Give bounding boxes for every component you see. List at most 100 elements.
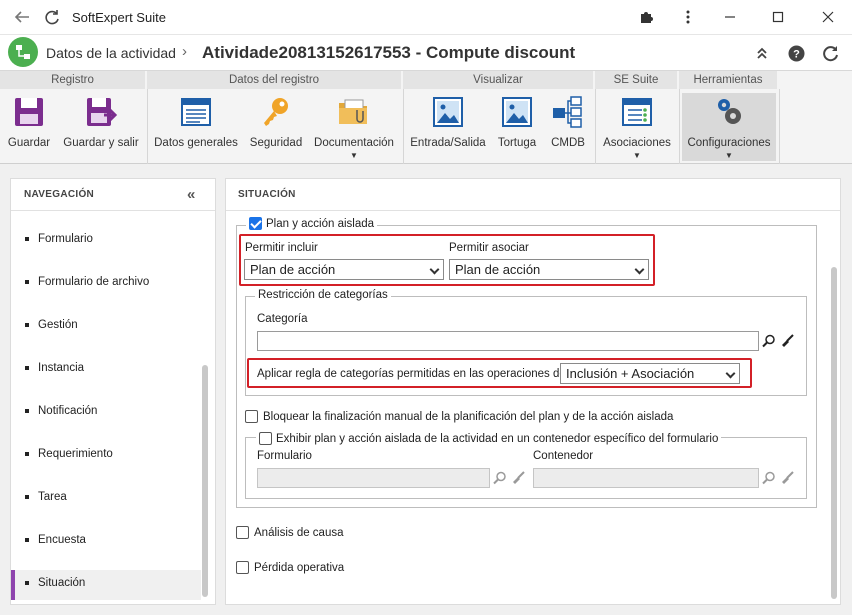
guardar-button[interactable]: Guardar [4, 93, 54, 161]
analisis-checkbox[interactable] [236, 526, 249, 539]
collapse-left-icon[interactable]: « [187, 186, 195, 203]
tortuga-button[interactable]: Tortuga [495, 93, 539, 161]
guardar-label: Guardar [7, 137, 51, 149]
configuraciones-label: Configuraciones [687, 137, 771, 149]
more-options-icon[interactable] [676, 6, 700, 28]
nav-item-encuesta[interactable]: Encuesta [11, 527, 201, 557]
nav-item-label: Formulario [38, 233, 93, 245]
breadcrumb-parent[interactable]: Datos de la actividad [46, 45, 176, 61]
nav-item-notificacion[interactable]: Notificación [11, 398, 201, 428]
nav-item-instancia[interactable]: Instancia [11, 355, 201, 385]
datos-generales-button[interactable]: Datos generales [153, 93, 239, 161]
clear-brush-icon[interactable] [778, 469, 796, 487]
regla-value: Inclusión + Asociación [566, 366, 695, 381]
close-icon[interactable] [816, 6, 840, 28]
analisis-row[interactable]: Análisis de causa [236, 526, 344, 539]
turtle-image-icon [502, 97, 532, 127]
permitir-incluir-label: Permitir incluir [245, 242, 318, 254]
exhibir-checkbox[interactable] [259, 432, 272, 445]
tortuga-label: Tortuga [497, 137, 537, 149]
plan-accion-label: Plan y acción aislada [266, 217, 375, 230]
seguridad-button[interactable]: Seguridad [248, 93, 304, 161]
help-icon[interactable]: ? [786, 43, 806, 63]
nav-item-label: Formulario de archivo [38, 276, 150, 288]
asociaciones-button[interactable]: Asociaciones ▼ [601, 93, 673, 161]
configuraciones-button[interactable]: Configuraciones ▼ [682, 93, 776, 161]
nav-title: NAVEGACIÓN [24, 189, 95, 200]
seguridad-label: Seguridad [249, 137, 303, 149]
page-header: Datos de la actividad › Atividade2081315… [0, 35, 852, 71]
search-icon[interactable] [760, 469, 778, 487]
categoria-input[interactable] [257, 331, 759, 351]
refresh-icon[interactable] [42, 7, 62, 27]
nav-scrollbar[interactable] [202, 365, 208, 597]
bloquear-row[interactable]: Bloquear la finalización manual de la pl… [245, 410, 673, 423]
nav-divider [11, 210, 215, 211]
app-logo-icon [8, 37, 38, 67]
bloquear-label: Bloquear la finalización manual de la pl… [263, 410, 674, 423]
perdida-checkbox[interactable] [236, 561, 249, 574]
back-arrow-icon[interactable] [12, 7, 32, 27]
ribbon-separator [679, 89, 680, 164]
ribbon-toolbar: Registro Datos del registro Visualizar S… [0, 71, 852, 164]
collapse-up-icon[interactable] [752, 43, 772, 63]
cmdb-network-icon [553, 96, 582, 128]
maximize-icon[interactable] [766, 6, 790, 28]
nav-item-label: Situación [38, 577, 86, 589]
situacion-panel: SITUACIÓN Plan y acción aislada Permitir… [225, 178, 841, 605]
nav-item-tarea[interactable]: Tarea [11, 484, 201, 514]
gears-icon [718, 99, 741, 124]
nav-item-requerimiento[interactable]: Requerimiento [11, 441, 201, 471]
clear-brush-icon[interactable] [778, 332, 796, 350]
permitir-asociar-select[interactable]: Plan de acción [449, 259, 649, 280]
clear-brush-icon[interactable] [509, 469, 527, 487]
reload-icon[interactable] [820, 43, 840, 63]
nav-item-formulario-archivo[interactable]: Formulario de archivo [11, 269, 201, 299]
nav-item-gestion[interactable]: Gestión [11, 312, 201, 342]
analisis-label: Análisis de causa [254, 526, 344, 539]
bullet-icon [25, 323, 29, 327]
ribbon-separator [147, 89, 148, 164]
group-se-suite: SE Suite [595, 71, 679, 89]
chevron-down-icon: ▼ [725, 151, 733, 160]
navigation-panel: NAVEGACIÓN « Formulario Formulario de ar… [10, 178, 216, 605]
folder-attachment-icon [339, 99, 367, 124]
formulario-input[interactable] [257, 468, 490, 488]
categoria-label: Categoría [257, 313, 308, 325]
plan-accion-legend: Plan y acción aislada [246, 217, 378, 230]
nav-item-situacion[interactable]: Situación [11, 570, 201, 600]
nav-item-label: Encuesta [38, 534, 86, 546]
ribbon-separator [779, 89, 780, 164]
bloquear-checkbox[interactable] [245, 410, 258, 423]
nav-item-formulario[interactable]: Formulario [11, 226, 201, 256]
minimize-icon[interactable] [718, 6, 742, 28]
group-registro: Registro [0, 71, 147, 89]
search-icon[interactable] [491, 469, 509, 487]
plan-accion-checkbox[interactable] [249, 217, 262, 230]
entrada-salida-button[interactable]: Entrada/Salida [408, 93, 488, 161]
nav-item-label: Instancia [38, 362, 85, 374]
exhibir-legend: Exhibir plan y acción aislada de la acti… [256, 432, 722, 445]
regla-label: Aplicar regla de categorías permitidas e… [257, 368, 569, 380]
associations-window-icon [622, 98, 652, 126]
perdida-row[interactable]: Pérdida operativa [236, 561, 344, 574]
permitir-incluir-select[interactable]: Plan de acción [244, 259, 444, 280]
contenedor-input[interactable] [533, 468, 759, 488]
group-herramientas: Herramientas [679, 71, 779, 89]
search-icon[interactable] [760, 332, 778, 350]
main-scrollbar[interactable] [831, 267, 837, 599]
group-visualizar: Visualizar [403, 71, 595, 89]
regla-select[interactable]: Inclusión + Asociación [560, 363, 740, 384]
bullet-icon [25, 495, 29, 499]
bullet-icon [25, 581, 29, 585]
section-divider [226, 210, 840, 211]
extensions-icon[interactable] [634, 6, 658, 28]
formulario-label: Formulario [257, 450, 312, 462]
permitir-asociar-value: Plan de acción [455, 262, 541, 277]
documentacion-label: Documentación [314, 137, 394, 149]
documentacion-button[interactable]: Documentación ▼ [312, 93, 396, 161]
permitir-incluir-value: Plan de acción [250, 262, 336, 277]
cmdb-button[interactable]: CMDB [546, 93, 590, 161]
guardar-salir-button[interactable]: Guardar y salir [60, 93, 142, 161]
page-title: Atividade20813152617553 - Compute discou… [202, 43, 576, 62]
